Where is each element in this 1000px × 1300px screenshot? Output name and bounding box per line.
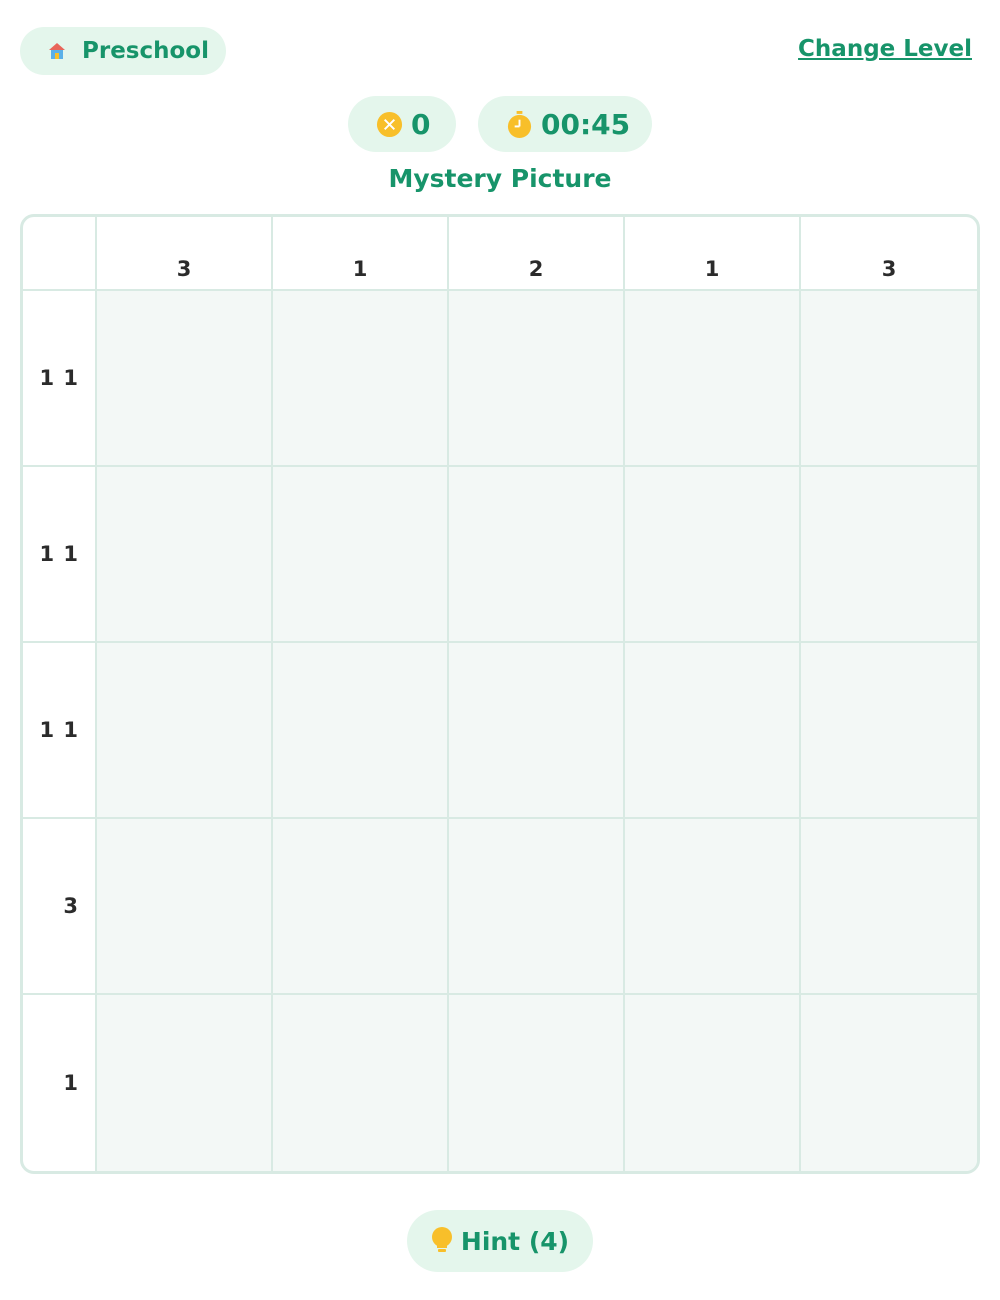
grid-cell[interactable] (449, 467, 625, 643)
hint-label: Hint (4) (460, 1226, 570, 1256)
timer: 00:45 (478, 96, 652, 152)
grid-cell[interactable] (625, 643, 801, 819)
timer-value: 00:45 (541, 107, 631, 141)
grid-cell[interactable] (97, 819, 273, 995)
row-clue: 1 (23, 995, 97, 1171)
grid-cell[interactable] (97, 467, 273, 643)
grid-cell[interactable] (449, 643, 625, 819)
board-corner (23, 217, 97, 291)
stopwatch-icon (507, 110, 532, 138)
grid-cell[interactable] (97, 995, 273, 1171)
grid-cell[interactable] (801, 291, 977, 467)
grid-cell[interactable] (449, 995, 625, 1171)
row-clue: 1 1 (23, 291, 97, 467)
lightbulb-icon (431, 1227, 452, 1252)
change-level-link[interactable]: Change Level (798, 36, 972, 62)
grid-cell[interactable] (801, 467, 977, 643)
column-clue: 1 (273, 217, 449, 291)
puzzle-title: Mystery Picture (388, 164, 612, 193)
game-page: Preschool Change Level 0 00:45 Mystery P… (0, 0, 1000, 1300)
level-badge[interactable]: Preschool (20, 27, 226, 75)
hint-button[interactable]: Hint (4) (407, 1210, 593, 1272)
grid-cell[interactable] (273, 819, 449, 995)
grid-cell[interactable] (801, 819, 977, 995)
grid-cell[interactable] (801, 995, 977, 1171)
column-clue: 2 (449, 217, 625, 291)
row-clue: 1 1 (23, 467, 97, 643)
grid-cell[interactable] (625, 819, 801, 995)
grid-cell[interactable] (273, 643, 449, 819)
row-clue: 1 1 (23, 643, 97, 819)
grid-cell[interactable] (273, 467, 449, 643)
grid-cell[interactable] (625, 291, 801, 467)
nonogram-board: 312131 11 11 131 (20, 214, 980, 1174)
column-clue: 3 (97, 217, 273, 291)
level-label: Preschool (82, 38, 209, 64)
grid-cell[interactable] (801, 643, 977, 819)
house-icon (49, 43, 65, 59)
column-clue: 1 (625, 217, 801, 291)
grid-cell[interactable] (449, 291, 625, 467)
column-clue: 3 (801, 217, 977, 291)
grid-cell[interactable] (273, 291, 449, 467)
grid-cell[interactable] (449, 819, 625, 995)
row-clue: 3 (23, 819, 97, 995)
grid-cell[interactable] (97, 643, 273, 819)
grid-cell[interactable] (625, 995, 801, 1171)
grid-cell[interactable] (625, 467, 801, 643)
mistakes-value: 0 (411, 107, 431, 141)
mistakes-counter: 0 (348, 96, 456, 152)
x-circle-icon (376, 111, 403, 137)
grid-cell[interactable] (273, 995, 449, 1171)
grid-cell[interactable] (97, 291, 273, 467)
